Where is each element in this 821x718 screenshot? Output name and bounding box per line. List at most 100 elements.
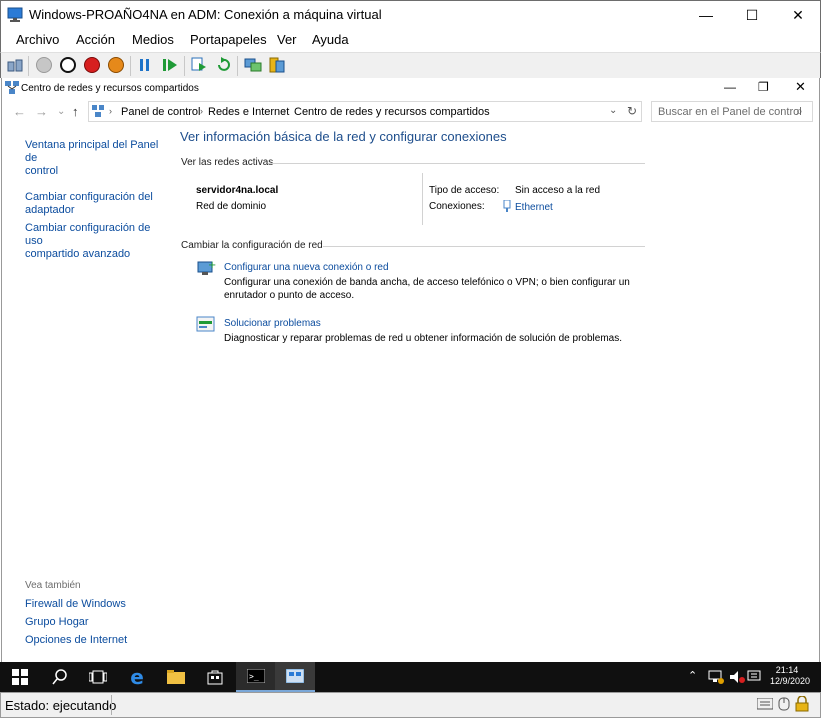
minimize-button[interactable]: — [683,1,729,29]
explorer-minimize-button[interactable]: — [724,80,736,94]
search-box[interactable]: Buscar en el Panel de control ⌕ [651,101,813,122]
up-arrow-icon[interactable]: ↑ [72,104,79,119]
menu-bar: Archivo Acción Medios Portapapeles Ver A… [0,28,821,52]
task-view-button[interactable] [78,662,118,692]
share-icon[interactable] [269,56,285,74]
change-config-label: Cambiar la configuración de red [181,240,323,251]
network-center-icon [5,81,19,94]
troubleshoot-icon [196,316,215,332]
ctrl-alt-del-icon[interactable] [7,57,23,73]
see-also-firewall[interactable]: Firewall de Windows [25,598,126,611]
task-view-icon [89,670,107,684]
vm-title-bar: Windows-PROAÑO4NA en ADM: Conexión a máq… [0,0,821,28]
back-arrow-icon[interactable]: ← [13,104,26,119]
active-networks-label: Ver las redes activas [181,157,274,168]
save-state-icon[interactable] [108,57,124,73]
explorer-window: Centro de redes y recursos compartidos —… [1,78,820,662]
start-button[interactable] [0,662,40,692]
network-tray-icon[interactable] [708,670,724,684]
mouse-icon [778,697,790,711]
task-troubleshoot-desc: Diagnosticar y reparar problemas de red … [224,333,622,344]
vm-window-title: Windows-PROAÑO4NA en ADM: Conexión a máq… [29,7,382,22]
explorer-title-bar: Centro de redes y recursos compartidos —… [2,78,819,98]
menu-ayuda[interactable]: Ayuda [312,32,349,47]
menu-archivo[interactable]: Archivo [16,32,59,47]
access-type-value: Sin acceso a la red [515,185,601,196]
maximize-button[interactable]: ☐ [729,1,775,29]
see-also-opciones-internet[interactable]: Opciones de Internet [25,634,127,647]
network-window-icon [286,669,304,683]
taskbar-search-button[interactable] [40,662,80,692]
search-icon[interactable]: ⌕ [796,104,803,119]
lock-icon [795,696,809,712]
new-connection-icon: + [197,260,216,275]
volume-muted-icon[interactable] [729,670,745,684]
checkpoint-icon[interactable] [191,57,207,73]
forward-arrow-icon[interactable]: → [35,104,48,119]
turn-off-icon[interactable] [60,57,76,73]
explorer-maximize-button[interactable]: ❐ [758,80,769,94]
page-heading: Ver información básica de la red y confi… [180,129,507,144]
sidebar: Ventana principal del Panel de control Ca… [25,139,165,261]
breadcrumb-sep-icon: › [200,106,203,116]
enhanced-session-icon[interactable] [244,57,262,73]
cmd-icon: >_ [247,669,265,683]
explorer-close-button[interactable]: ✕ [795,79,806,95]
close-button[interactable]: ✕ [775,1,821,29]
keyboard-icon [757,698,773,710]
pause-icon[interactable] [138,58,152,72]
history-chevron-icon[interactable]: ⌄ [57,106,65,117]
sidebar-link-panel-principal[interactable]: Ventana principal del Panel de control [25,139,165,178]
breadcrumb-redes-internet[interactable]: Redes e Internet [208,106,289,118]
ethernet-link[interactable]: Ethernet [515,201,553,214]
clock[interactable]: 21:14 12/9/2020 [770,665,811,686]
control-panel-icon [92,105,104,117]
shutdown-icon[interactable] [84,57,100,73]
menu-medios[interactable]: Medios [132,32,174,47]
breadcrumb-sep-icon: › [283,106,286,116]
address-dropdown-icon[interactable]: ⌄ [609,105,617,116]
revert-icon[interactable] [215,57,231,73]
refresh-icon[interactable]: ↻ [627,104,637,118]
clock-date: 12/9/2020 [770,676,811,686]
menu-portapapeles[interactable]: Portapapeles [190,32,267,47]
task-troubleshoot[interactable]: Solucionar problemas [224,317,321,330]
taskbar: e >_ ⌃ 21:14 12/9/2020 [0,662,821,692]
task-new-connection[interactable]: Configurar una nueva conexión o red [224,261,389,274]
edge-icon: e [130,665,144,689]
ethernet-icon [503,200,511,212]
explorer-title: Centro de redes y recursos compartidos [21,83,199,94]
breadcrumb-centro-redes[interactable]: Centro de redes y recursos compartidos [294,106,490,118]
folder-icon [167,670,185,684]
address-bar-row: ← → ⌄ ↑ › Panel de control › Redes e Int… [2,100,819,124]
svg-text:>_: >_ [249,672,259,681]
store-icon [207,670,223,685]
resume-icon[interactable] [162,58,178,72]
see-also-label: Vea también [25,580,81,591]
status-text: Estado: ejecutando [5,698,117,713]
see-also-grupo-hogar[interactable]: Grupo Hogar [25,616,89,629]
svg-text:+: + [208,260,216,271]
start-icon[interactable] [36,57,52,73]
network-name: servidor4na.local [196,185,279,196]
sidebar-link-uso-compartido[interactable]: Cambiar configuración de uso compartido a… [25,222,165,261]
menu-ver[interactable]: Ver [277,32,297,47]
breadcrumb-panel-de-control[interactable]: Panel de control [121,106,201,118]
file-explorer-button[interactable] [156,662,196,692]
connections-label: Conexiones: [429,201,485,212]
edge-button[interactable]: e [117,662,157,692]
task-new-connection-desc1: Configurar una conexión de banda ancha, … [224,277,630,288]
breadcrumb-sep-icon: › [109,106,112,116]
store-button[interactable] [195,662,235,692]
sidebar-link-cambiar-adaptador[interactable]: Cambiar configuración del adaptador [25,191,165,217]
menu-accion[interactable]: Acción [76,32,115,47]
notifications-icon[interactable] [747,670,761,684]
network-center-taskbar-button[interactable] [275,662,315,692]
task-new-connection-desc2: enrutador o punto de acceso. [224,290,355,301]
search-icon [52,669,67,685]
cmd-button[interactable]: >_ [236,662,276,692]
search-input[interactable]: Buscar en el Panel de control [658,106,802,118]
tray-chevron-icon[interactable]: ⌃ [688,669,697,682]
address-bar[interactable]: › Panel de control › Redes e Internet › … [88,101,642,122]
vm-monitor-icon [7,7,23,22]
